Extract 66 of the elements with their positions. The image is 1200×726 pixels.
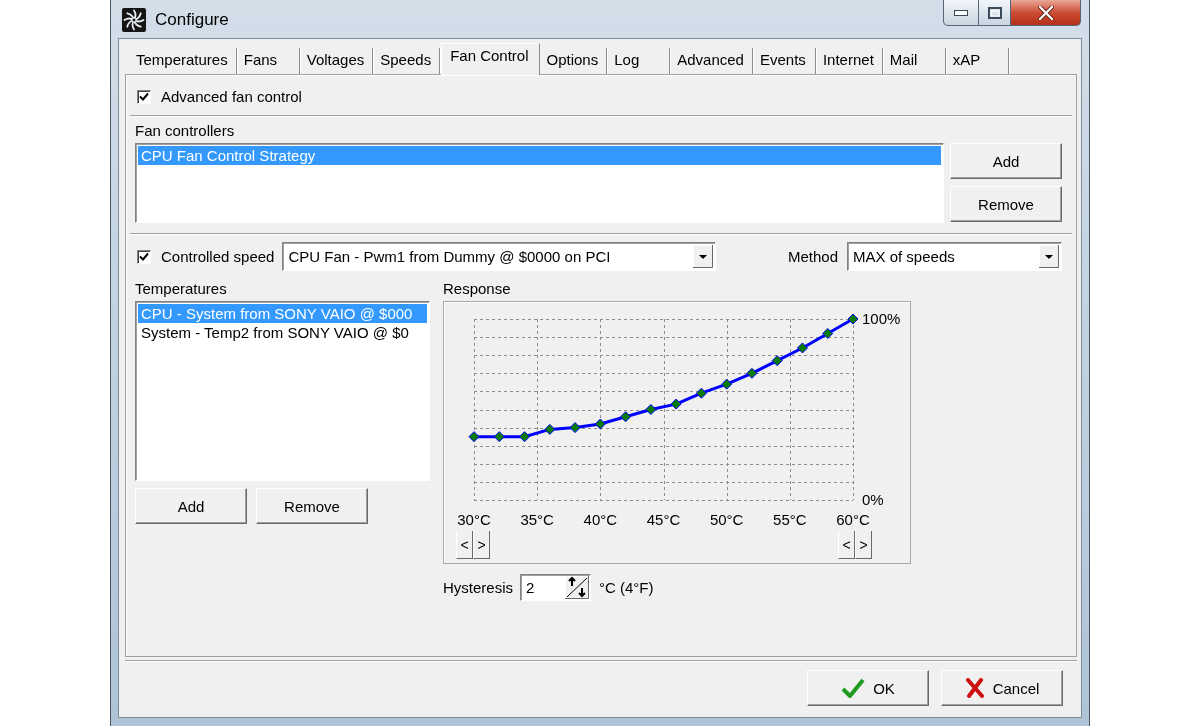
data-point [796, 342, 808, 354]
close-button[interactable] [1011, 0, 1081, 26]
maximize-button[interactable] [979, 0, 1011, 26]
speed-dropdown[interactable]: CPU Fan - Pwm1 from Dummy @ $0000 on PCI [282, 242, 717, 271]
button[interactable]: Remove [256, 488, 368, 524]
cancel-button[interactable]: Cancel [941, 670, 1063, 706]
caret-icon [693, 245, 714, 268]
method-dropdown[interactable]: MAX of speeds [847, 242, 1062, 271]
button[interactable]: Add [950, 143, 1062, 179]
axis-label: 55°C [773, 511, 807, 528]
checkmark-icon [841, 678, 866, 698]
field-label: Hysteresis [443, 579, 513, 596]
data-point [620, 411, 632, 423]
data-point [645, 404, 657, 415]
axis-label: 35°C [520, 511, 554, 528]
checkbox[interactable] [137, 89, 151, 104]
data-point [569, 422, 581, 434]
checkbox[interactable] [137, 249, 151, 264]
button[interactable]: Remove [950, 186, 1062, 222]
data-point [746, 367, 758, 379]
axis-label: 30°C [457, 511, 491, 528]
data-point [493, 431, 505, 443]
section-label: Fan controllers [135, 122, 236, 139]
cross-icon [964, 678, 985, 698]
field-label: Method [787, 248, 838, 265]
data-point [721, 378, 733, 390]
list-item[interactable]: System - Temp2 from SONY VAIO @ $0 [138, 323, 427, 342]
data-point [544, 423, 556, 435]
scroll-button[interactable]: > [473, 531, 490, 559]
tab[interactable]: Fan Control [441, 43, 540, 75]
unit-label: °C (4°F) [599, 579, 654, 596]
axis-label: 40°C [583, 511, 618, 528]
checkmark-icon [139, 251, 149, 262]
data-point [670, 398, 682, 410]
window-title: Configure [155, 9, 229, 31]
data-point [594, 418, 606, 430]
scroll-button[interactable]: > [855, 531, 872, 559]
spin-arrows-icon [565, 576, 589, 599]
checkbox-label: Advanced fan control [161, 88, 302, 105]
data-point [695, 387, 707, 399]
hysteresis-spinbox[interactable]: 2 [520, 574, 591, 601]
checkbox-label: Controlled speed [161, 248, 275, 265]
axis-label: 50°C [709, 511, 744, 528]
axis-label: 100% [862, 310, 901, 327]
fan-icon [122, 8, 146, 32]
data-point [519, 431, 531, 443]
temperature-list[interactable]: CPU - System from SONY VAIO @ $000 System - Temp2 from SONY VAIO @ $0 [135, 301, 430, 481]
axis-label: 45°C [646, 511, 681, 528]
section-label: Response [443, 280, 512, 297]
maximize-icon [987, 6, 1002, 19]
scroll-button[interactable]: < [456, 531, 473, 559]
data-point [847, 313, 859, 325]
minimize-button[interactable] [943, 0, 979, 26]
data-point [468, 431, 480, 443]
button[interactable]: Add [135, 488, 247, 524]
close-icon [1037, 5, 1054, 20]
minimize-icon [954, 9, 968, 16]
data-point [771, 355, 783, 367]
axis-label: 0% [862, 491, 884, 508]
scroll-button[interactable]: < [838, 531, 855, 559]
data-point [822, 328, 834, 339]
axis-label: 60°C [836, 511, 870, 528]
section-label: Temperatures [135, 280, 228, 297]
ok-button[interactable]: OK [807, 670, 929, 706]
checkmark-icon [139, 91, 149, 102]
caret-icon [1039, 245, 1059, 268]
